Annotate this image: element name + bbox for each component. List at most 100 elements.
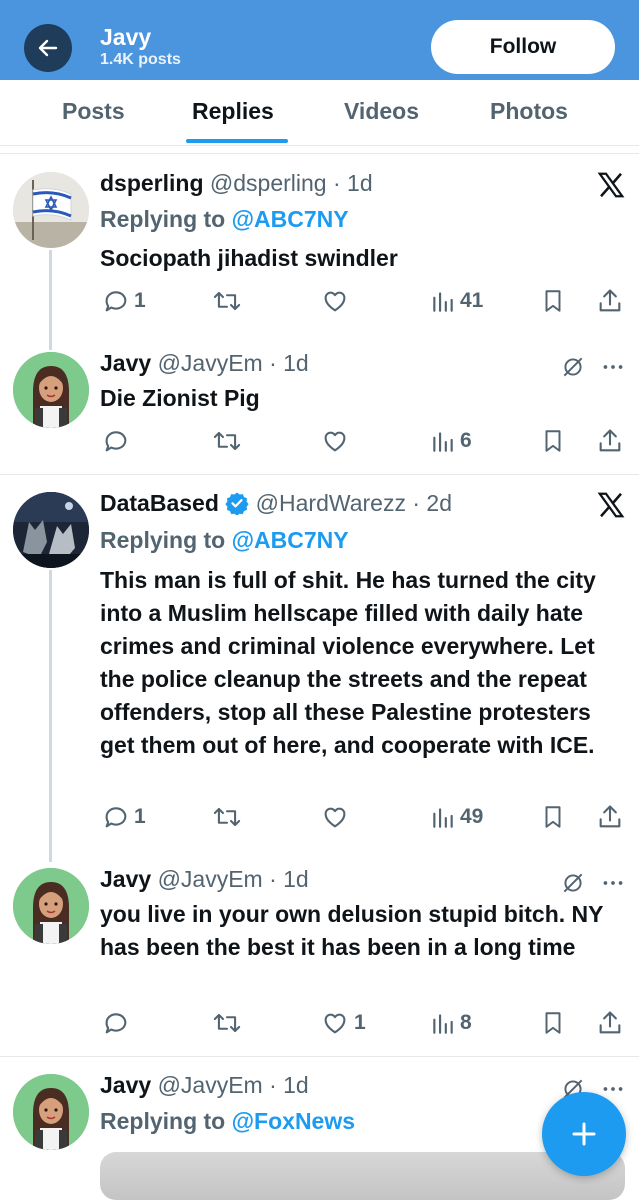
replying-to-link[interactable]: @FoxNews: [232, 1108, 355, 1134]
views-count: 41: [460, 289, 484, 312]
repost-icon: [213, 431, 241, 451]
views-chart-icon: [433, 1014, 453, 1034]
reply-count: 1: [134, 289, 146, 312]
avatar[interactable]: [13, 172, 89, 248]
views-count: 49: [460, 805, 484, 828]
post-count: 1.4K posts: [100, 51, 181, 68]
author-name[interactable]: Javy: [100, 1072, 151, 1098]
post-time: · 1d: [269, 1072, 309, 1098]
tab-videos[interactable]: Videos: [344, 98, 419, 125]
like-button[interactable]: 1: [320, 1008, 366, 1038]
reply-icon: [105, 807, 127, 828]
more-options-icon[interactable]: [600, 870, 626, 896]
replying-to-link[interactable]: @ABC7NY: [232, 206, 349, 232]
repost-button[interactable]: [212, 802, 242, 832]
replying-to-link[interactable]: @ABC7NY: [232, 527, 349, 553]
heart-icon: [324, 1013, 346, 1034]
share-icon: [599, 429, 621, 452]
reply-button[interactable]: 1: [102, 286, 146, 316]
share-icon: [599, 1011, 621, 1034]
post-actions: 6: [100, 426, 630, 456]
views-chart-icon: [433, 808, 453, 828]
bitmoji-avatar-icon: [13, 868, 89, 944]
reply-button[interactable]: 1: [102, 802, 146, 832]
replying-to: Replying to @FoxNews: [100, 1108, 355, 1135]
bookmark-button[interactable]: [540, 1008, 566, 1038]
author-handle[interactable]: @JavyEm: [158, 1072, 263, 1098]
author-name[interactable]: DataBased: [100, 490, 219, 516]
post-actions: 1 49: [100, 802, 630, 832]
divider: [0, 153, 639, 154]
heart-icon: [324, 807, 346, 828]
post-time: · 1d: [269, 350, 309, 376]
thread-line: [49, 570, 52, 862]
post-actions: 1 8: [100, 1008, 630, 1038]
post-header: DataBased @HardWarezz · 2d: [100, 490, 452, 517]
like-button[interactable]: [320, 426, 350, 456]
repost-button[interactable]: [212, 286, 242, 316]
share-icon: [599, 805, 621, 828]
views-button[interactable]: 41: [430, 286, 483, 316]
author-name[interactable]: Javy: [100, 350, 151, 376]
avatar[interactable]: [13, 1074, 89, 1150]
share-button[interactable]: [596, 426, 624, 456]
author-name[interactable]: Javy: [100, 866, 151, 892]
more-options-icon[interactable]: [600, 354, 626, 380]
heart-icon: [324, 291, 346, 312]
views-count: 6: [460, 429, 472, 452]
share-button[interactable]: [596, 286, 624, 316]
like-button[interactable]: [320, 802, 350, 832]
post-header: Javy @JavyEm · 1d: [100, 866, 309, 893]
reply-icon: [105, 431, 127, 452]
tab-photos[interactable]: Photos: [490, 98, 568, 125]
views-button[interactable]: 6: [430, 426, 472, 456]
like-count: 1: [354, 1011, 366, 1034]
repost-button[interactable]: [212, 1008, 242, 1038]
bookmark-button[interactable]: [540, 426, 566, 456]
profile-name: Javy: [100, 24, 152, 50]
muted-conversation-icon[interactable]: [560, 354, 586, 380]
repost-icon: [213, 1013, 241, 1033]
post-text: you live in your own delusion stupid bit…: [100, 901, 604, 960]
heart-icon: [324, 431, 346, 452]
post-header: Javy @JavyEm · 1d: [100, 1072, 309, 1099]
bitmoji-avatar-icon: [13, 352, 89, 428]
author-handle[interactable]: @JavyEm: [158, 350, 263, 376]
reply-count: 1: [134, 805, 146, 828]
israel-flag-avatar-icon: [13, 172, 89, 248]
tab-replies[interactable]: Replies: [192, 98, 274, 125]
muted-conversation-icon[interactable]: [560, 870, 586, 896]
reply-button[interactable]: [102, 1008, 130, 1038]
author-name[interactable]: dsperling: [100, 170, 204, 196]
replying-to-label: Replying to: [100, 206, 226, 232]
avatar[interactable]: [13, 868, 89, 944]
author-handle[interactable]: @JavyEm: [158, 866, 263, 892]
like-button[interactable]: [320, 286, 350, 316]
follow-button[interactable]: Follow: [431, 20, 615, 74]
reply-button[interactable]: [102, 426, 130, 456]
author-handle[interactable]: @HardWarezz: [256, 490, 406, 516]
avatar[interactable]: [13, 352, 89, 428]
share-button[interactable]: [596, 802, 624, 832]
compose-button[interactable]: [542, 1092, 626, 1176]
repost-button[interactable]: [212, 426, 242, 456]
views-button[interactable]: 8: [430, 1008, 472, 1038]
tab-posts[interactable]: Posts: [62, 98, 125, 125]
plus-icon: [572, 1122, 596, 1146]
bookmark-button[interactable]: [540, 802, 566, 832]
share-icon: [599, 289, 621, 312]
reply-icon: [105, 291, 127, 312]
bookmark-icon: [545, 430, 561, 452]
post-header: dsperling @dsperling · 1d: [100, 170, 373, 197]
media-preview[interactable]: [100, 1152, 625, 1200]
bookmark-button[interactable]: [540, 286, 566, 316]
views-chart-icon: [433, 432, 453, 452]
views-button[interactable]: 49: [430, 802, 483, 832]
share-button[interactable]: [596, 1008, 624, 1038]
post-actions: 1 41: [100, 286, 630, 316]
author-handle[interactable]: @dsperling: [210, 170, 327, 196]
back-button[interactable]: [24, 24, 72, 72]
profile-header: Javy 1.4K posts Follow: [0, 0, 639, 80]
thread-line: [49, 250, 52, 350]
avatar[interactable]: [13, 492, 89, 568]
